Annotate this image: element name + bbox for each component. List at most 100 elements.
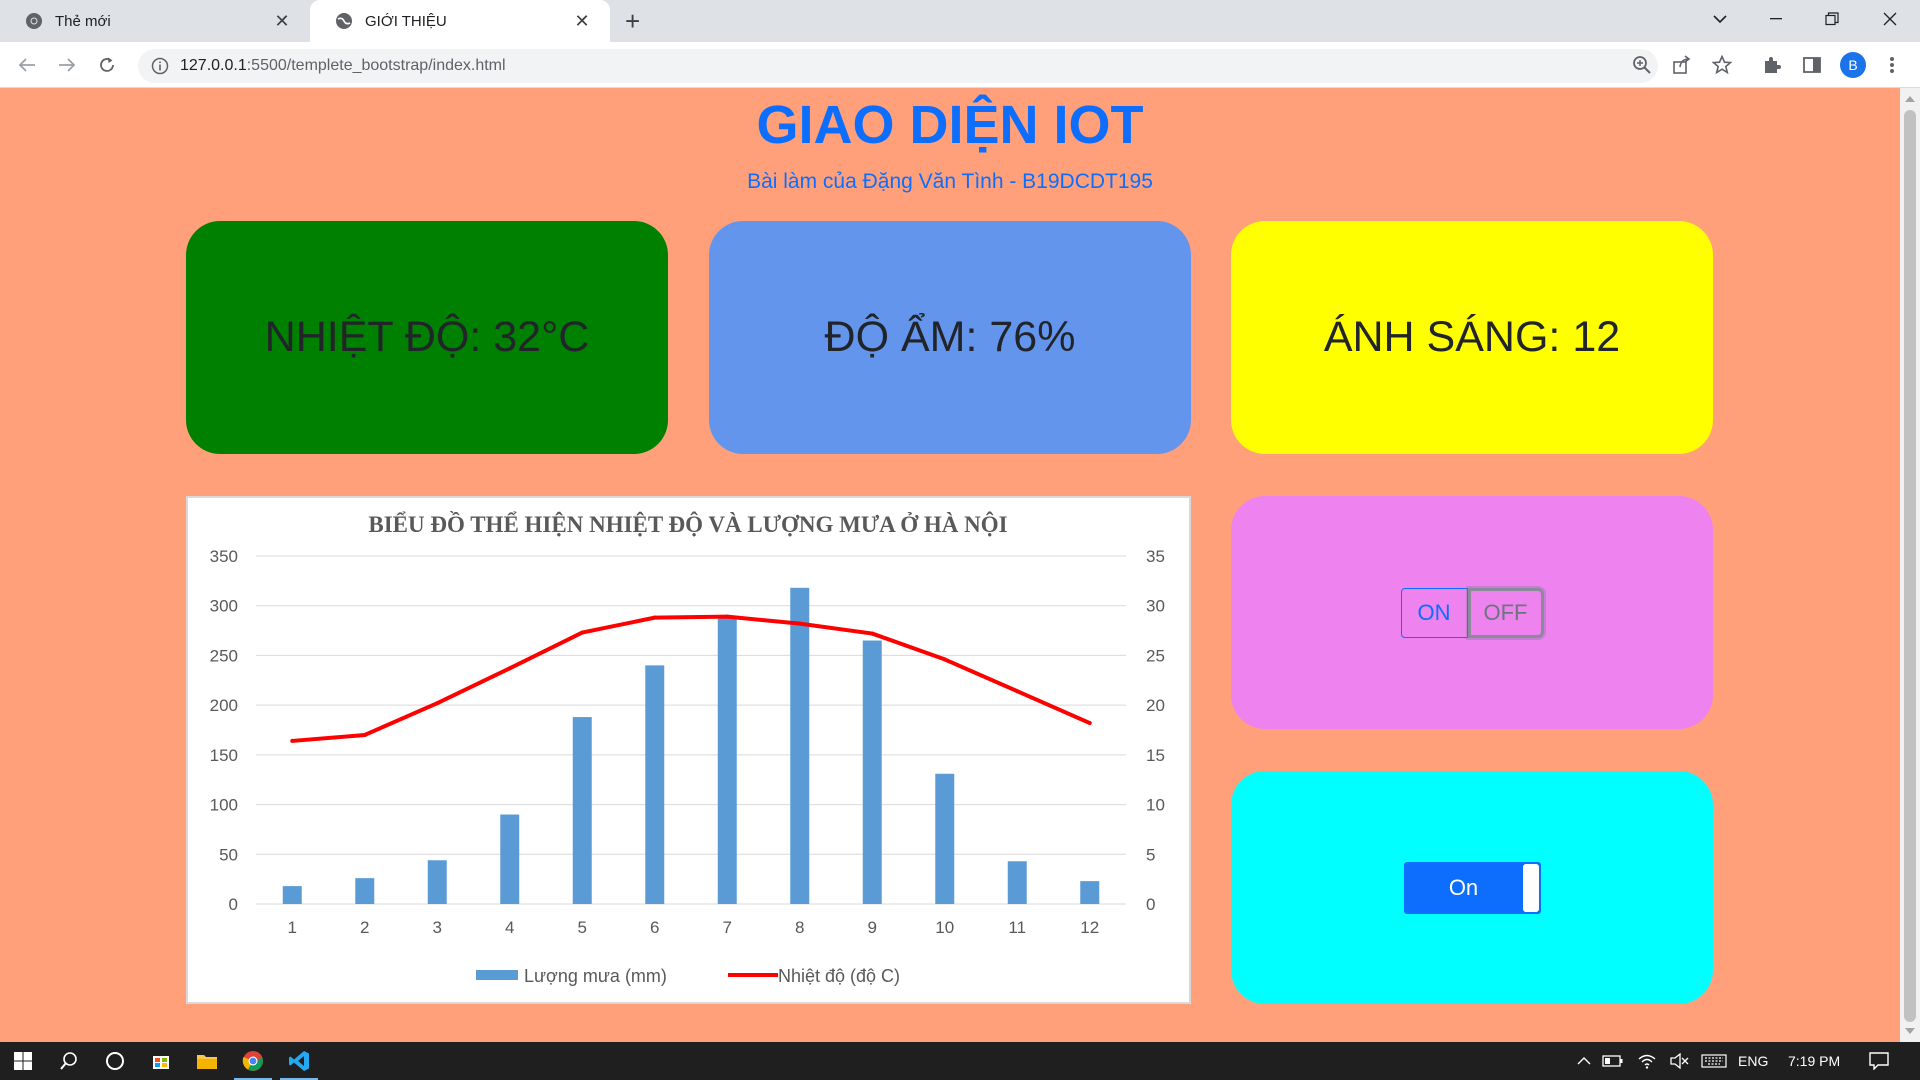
tab-gioi-thieu[interactable]: GIỚI THIỆU ✕	[310, 0, 610, 42]
battery-icon[interactable]	[1598, 1042, 1628, 1080]
chrome-taskbar-icon[interactable]	[230, 1042, 276, 1080]
cortana-icon[interactable]	[92, 1042, 138, 1080]
x-tick-label: 6	[650, 918, 659, 937]
y-right-tick-label: 30	[1146, 597, 1165, 616]
toggle-switch[interactable]: On	[1403, 861, 1541, 914]
bookmark-star-icon[interactable]	[1710, 53, 1734, 77]
temperature-point	[1087, 721, 1092, 726]
windows-start-icon[interactable]	[0, 1042, 46, 1080]
x-tick-label: 11	[1008, 918, 1026, 937]
notifications-icon[interactable]	[1856, 1042, 1902, 1080]
x-tick-label: 12	[1080, 918, 1099, 937]
store-icon[interactable]	[138, 1042, 184, 1080]
y-right-tick-label: 25	[1146, 646, 1165, 665]
minimize-icon[interactable]	[1748, 0, 1804, 38]
legend-rainfall-swatch	[476, 970, 518, 980]
close-window-icon[interactable]	[1862, 0, 1918, 38]
rainfall-bar	[500, 814, 520, 904]
y-right-tick-label: 20	[1146, 696, 1165, 715]
tab-bar: Thẻ mới ✕ GIỚI THIỆU ✕ +	[0, 0, 1920, 42]
forward-arrow-icon[interactable]	[52, 50, 82, 80]
vscode-icon[interactable]	[276, 1042, 322, 1080]
y-left-tick-label: 350	[210, 547, 238, 566]
back-arrow-icon[interactable]	[12, 50, 42, 80]
temperature-point	[435, 701, 440, 706]
url-host: 127.0.0.1	[180, 57, 247, 74]
page-title: GIAO DIỆN IOT	[756, 95, 1144, 155]
on-off-button-group: ON OFF	[1400, 587, 1544, 638]
y-right-tick-label: 35	[1146, 547, 1165, 566]
side-panel-icon[interactable]	[1800, 53, 1824, 77]
page-subtitle: Bài làm của Đặng Văn Tình - B19DCDT195	[747, 170, 1153, 193]
url-path: :5500/templete_bootstrap/index.html	[246, 57, 506, 74]
rainfall-temperature-chart: BIỂU ĐỒ THỂ HIỆN NHIỆT ĐỘ VÀ LƯỢNG MƯA Ở…	[210, 511, 1165, 986]
x-tick-label: 2	[360, 918, 369, 937]
chrome-icon	[25, 12, 43, 30]
wifi-icon[interactable]	[1632, 1042, 1662, 1080]
url-text: 127.0.0.1:5500/templete_bootstrap/index.…	[180, 57, 506, 75]
scroll-up-arrow-icon[interactable]	[1905, 96, 1915, 102]
volume-mute-icon[interactable]	[1664, 1042, 1694, 1080]
profile-avatar[interactable]: B	[1840, 52, 1866, 78]
temperature-point	[942, 657, 947, 662]
tab-new-tab[interactable]: Thẻ mới ✕	[0, 0, 310, 42]
new-tab-plus-icon[interactable]: +	[625, 8, 640, 34]
x-tick-label: 10	[935, 918, 954, 937]
y-left-tick-label: 300	[210, 597, 238, 616]
temperature-point	[725, 614, 730, 619]
reload-icon[interactable]	[92, 50, 122, 80]
temperature-point	[507, 666, 512, 671]
rainfall-bar	[645, 665, 665, 904]
extensions-puzzle-icon[interactable]	[1760, 53, 1784, 77]
file-explorer-icon[interactable]	[184, 1042, 230, 1080]
rainfall-bar	[572, 717, 592, 904]
close-tab-icon[interactable]: ✕	[272, 11, 292, 31]
search-icon[interactable]	[46, 1042, 92, 1080]
more-menu-icon[interactable]	[1880, 53, 1904, 77]
share-icon[interactable]	[1670, 53, 1694, 77]
scrollbar-thumb[interactable]	[1904, 110, 1916, 1022]
temperature-value: NHIỆT ĐỘ: 32°C	[264, 313, 590, 361]
rainfall-bar	[717, 617, 737, 904]
y-left-tick-label: 50	[219, 845, 238, 864]
y-right-tick-label: 10	[1146, 796, 1165, 815]
x-tick-label: 9	[868, 918, 877, 937]
keyboard-icon[interactable]	[1696, 1042, 1732, 1080]
y-left-tick-label: 250	[210, 646, 238, 665]
clock-time[interactable]: 7:19 PM	[1788, 1042, 1840, 1080]
temperature-point	[1015, 689, 1020, 694]
page-content: GIAO DIỆN IOT Bài làm của Đặng Văn Tình …	[0, 88, 1900, 1042]
rainfall-bar	[427, 860, 447, 904]
off-button[interactable]: OFF	[1467, 587, 1544, 638]
input-language[interactable]: ENG	[1738, 1042, 1768, 1080]
tray-chevron-up-icon[interactable]	[1572, 1042, 1596, 1080]
tab-search-chevron-icon[interactable]	[1692, 0, 1748, 38]
light-card: ÁNH SÁNG: 12	[1231, 221, 1713, 454]
restore-icon[interactable]	[1804, 0, 1860, 38]
temperature-point	[652, 615, 657, 620]
x-tick-label: 3	[433, 918, 442, 937]
legend-temperature-label: Nhiệt độ (độ C)	[778, 966, 900, 986]
on-off-card: ON OFF	[1231, 496, 1713, 729]
tab-title: Thẻ mới	[55, 12, 111, 30]
legend-rainfall-label: Lượng mưa (mm)	[524, 966, 667, 986]
on-button[interactable]: ON	[1400, 587, 1468, 638]
temperature-point	[290, 738, 295, 743]
scroll-down-arrow-icon[interactable]	[1905, 1028, 1915, 1034]
address-bar[interactable]: 127.0.0.1:5500/templete_bootstrap/index.…	[138, 49, 1658, 83]
site-info-icon[interactable]	[150, 56, 170, 76]
humidity-value: ĐỘ ẨM: 76%	[824, 313, 1076, 361]
chart-panel: BIỂU ĐỒ THỂ HIỆN NHIỆT ĐỘ VÀ LƯỢNG MƯA Ở…	[186, 496, 1191, 1004]
y-right-tick-label: 0	[1146, 895, 1155, 914]
humidity-card: ĐỘ ẨM: 76%	[709, 221, 1191, 454]
close-tab-icon[interactable]: ✕	[572, 11, 592, 31]
y-left-tick-label: 150	[210, 746, 238, 765]
page-scrollbar[interactable]	[1900, 88, 1920, 1042]
x-tick-label: 5	[578, 918, 587, 937]
temperature-point	[870, 631, 875, 636]
zoom-icon[interactable]	[1630, 53, 1654, 77]
rainfall-bar	[862, 640, 882, 904]
y-left-tick-label: 100	[210, 796, 238, 815]
light-value: ÁNH SÁNG: 12	[1323, 313, 1621, 361]
toggle-knob[interactable]	[1522, 863, 1539, 912]
